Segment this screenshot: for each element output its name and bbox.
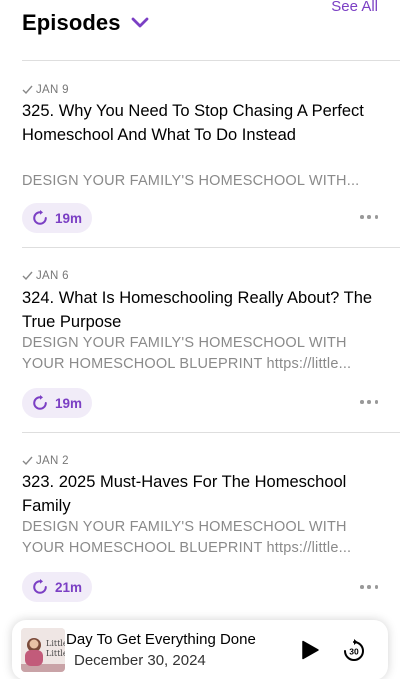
duration-label: 19m (55, 395, 83, 411)
episode-date: JAN 6 (22, 270, 69, 282)
divider (22, 247, 400, 248)
checkmark-icon (22, 85, 33, 95)
episode-date: JAN 2 (22, 455, 69, 467)
episode-description: DESIGN YOUR FAMILY'S HOMESCHOOL WITH YOU… (22, 519, 352, 556)
play-episode-button[interactable]: 19m (22, 203, 92, 233)
duration-label: 19m (55, 210, 83, 226)
checkmark-icon (22, 456, 33, 466)
play-episode-button[interactable]: 21m (22, 572, 92, 602)
svg-text:Little: Little (46, 649, 65, 658)
see-all-link[interactable]: See All (331, 0, 378, 16)
episode-description: DESIGN YOUR FAMILY'S HOMESCHOOL WITH... (22, 173, 360, 189)
page-title: Episodes (22, 10, 121, 35)
replay-icon (33, 395, 47, 410)
divider (22, 60, 400, 61)
episode-description: DESIGN YOUR FAMILY'S HOMESCHOOL WITH YOU… (22, 335, 352, 372)
now-playing-title: Day To Get Everything Done (66, 631, 256, 648)
duration-label: 21m (55, 579, 83, 595)
episode-title: 323. 2025 Must-Haves For The Homeschool … (22, 473, 347, 515)
more-options-icon[interactable] (360, 584, 378, 590)
play-episode-button[interactable]: 19m (22, 388, 92, 418)
play-icon[interactable] (300, 640, 320, 660)
divider (22, 432, 400, 433)
podcast-artwork[interactable]: Little Little (21, 628, 65, 672)
episode-title: 325. Why You Need To Stop Chasing A Perf… (22, 102, 364, 144)
checkmark-icon (22, 271, 33, 281)
chevron-down-icon (131, 17, 149, 28)
now-playing-date: December 30, 2024 (74, 652, 206, 669)
skip-forward-30-icon[interactable]: 30 (342, 639, 366, 663)
mini-player[interactable]: Little Little Day To Get Everything Done… (12, 620, 388, 679)
episode-date: JAN 9 (22, 84, 69, 96)
replay-icon (33, 210, 47, 225)
svg-text:30: 30 (349, 647, 359, 657)
replay-icon (33, 579, 47, 594)
more-options-icon[interactable] (360, 399, 378, 405)
episodes-header[interactable]: Episodes (22, 10, 149, 36)
svg-text:Little: Little (46, 639, 65, 648)
episode-title: 324. What Is Homeschooling Really About?… (22, 289, 373, 331)
more-options-icon[interactable] (360, 214, 378, 220)
